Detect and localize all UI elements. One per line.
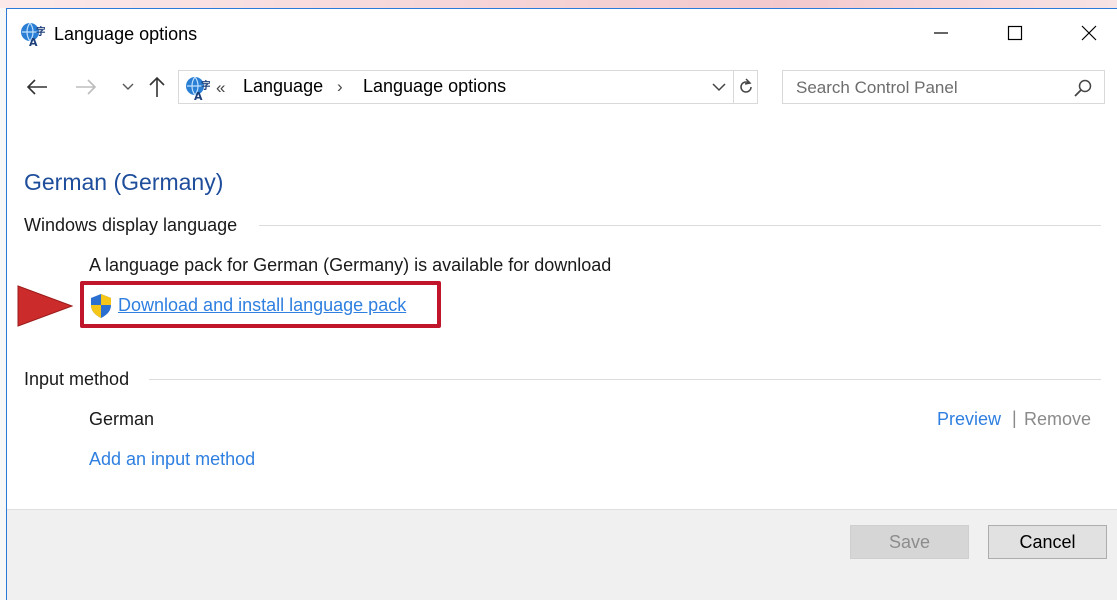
minimize-button[interactable] <box>912 9 970 57</box>
recent-locations-button[interactable] <box>113 72 143 102</box>
maximize-button[interactable] <box>986 9 1044 57</box>
display-language-section-title: Windows display language <box>24 215 246 236</box>
svg-text:字: 字 <box>36 25 45 38</box>
input-language-name: German <box>89 409 155 429</box>
breadcrumb-separator[interactable]: › <box>337 77 343 97</box>
download-language-pack-link[interactable]: Download and install language pack <box>118 295 406 316</box>
search-placeholder: Search Control Panel <box>796 78 958 97</box>
page-title: German (Germany) <box>24 169 224 195</box>
maximize-icon <box>1007 25 1023 41</box>
arrow-right-icon <box>76 79 97 95</box>
input-method-section-title: Input method <box>24 369 138 390</box>
address-divider <box>733 71 734 103</box>
background-strip <box>0 0 1117 8</box>
section-divider <box>149 379 1101 380</box>
arrow-left-icon <box>26 79 47 95</box>
search-icon[interactable] <box>1073 78 1093 98</box>
section-divider <box>259 225 1101 226</box>
add-input-method-link[interactable]: Add an input method <box>89 449 255 470</box>
breadcrumb-language[interactable]: Language <box>243 76 323 97</box>
link-separator: | <box>1012 408 1017 428</box>
svg-text:字: 字 <box>201 79 210 92</box>
window-title: Language options <box>54 24 198 44</box>
refresh-button[interactable] <box>735 75 757 99</box>
refresh-icon <box>740 78 752 93</box>
preview-link[interactable]: Preview <box>937 409 1001 430</box>
cancel-button[interactable]: Cancel <box>988 525 1107 559</box>
close-button[interactable] <box>1060 9 1117 57</box>
breadcrumb-overflow[interactable]: « <box>216 78 225 98</box>
address-dropdown-button[interactable] <box>709 77 729 97</box>
chevron-down-icon <box>122 83 134 90</box>
language-options-window: A 字 Language options A 字 « Language › La… <box>6 8 1117 600</box>
address-bar[interactable]: A 字 « Language › Language options <box>178 70 758 104</box>
save-button[interactable]: Save <box>850 525 969 559</box>
uac-shield-icon <box>89 293 113 319</box>
up-button[interactable] <box>142 72 172 102</box>
search-input[interactable]: Search Control Panel <box>782 70 1105 104</box>
language-globe-icon: A 字 <box>19 21 46 49</box>
close-icon <box>1081 25 1097 41</box>
forward-button[interactable] <box>71 72 101 102</box>
arrow-up-icon <box>149 76 165 97</box>
minimize-icon <box>934 32 948 34</box>
pointer-arrow-icon <box>16 284 74 328</box>
language-globe-icon: A 字 <box>184 75 211 103</box>
remove-link[interactable]: Remove <box>1024 409 1091 430</box>
breadcrumb-language-options[interactable]: Language options <box>363 76 506 97</box>
back-button[interactable] <box>22 72 52 102</box>
chevron-down-icon <box>712 83 726 92</box>
title-bar: A 字 Language options <box>7 9 1117 57</box>
language-pack-info: A language pack for German (Germany) is … <box>89 255 612 275</box>
